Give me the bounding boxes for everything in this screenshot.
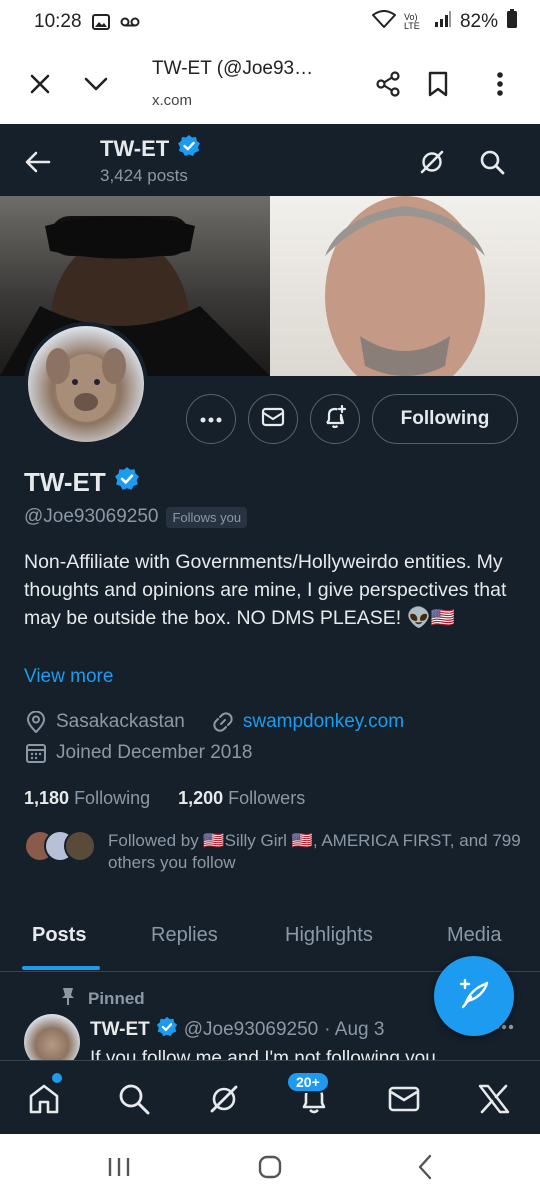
- tab-media[interactable]: Media: [447, 924, 501, 947]
- more-icon: [200, 410, 222, 428]
- view-more-link[interactable]: View more: [24, 666, 113, 688]
- close-icon[interactable]: [18, 62, 62, 106]
- browser-title: TW-ET (@Joe93…: [152, 58, 314, 79]
- handle-row: @Joe93069250 Follows you: [24, 506, 248, 528]
- tweet-author-name[interactable]: TW-ET: [90, 1019, 150, 1041]
- grok-icon[interactable]: [204, 1079, 244, 1119]
- verified-icon: [177, 134, 201, 164]
- following-button[interactable]: Following: [372, 394, 518, 444]
- pin-icon: [60, 986, 76, 1011]
- browser-toolbar: TW-ET (@Joe93… x.com: [0, 44, 540, 124]
- home-unread-dot: [52, 1073, 62, 1083]
- compose-icon: [457, 977, 491, 1016]
- following-count-link[interactable]: 1,180 Following: [24, 788, 150, 809]
- back-icon[interactable]: [410, 1152, 440, 1182]
- header-name: TW-ET: [100, 136, 170, 161]
- tweet-header: TW-ET @Joe93069250 · Aug 3: [90, 1016, 384, 1044]
- network-label: Vo) LTE: [403, 12, 420, 31]
- home-button-icon[interactable]: [254, 1152, 286, 1182]
- more-vert-icon[interactable]: [478, 62, 522, 106]
- system-navigation: [0, 1134, 540, 1200]
- battery-percent: 82%: [459, 11, 498, 32]
- tweet-text[interactable]: If you follow me and I'm not following y…: [90, 1046, 436, 1060]
- notify-button[interactable]: [310, 394, 360, 444]
- search-icon[interactable]: [474, 144, 510, 180]
- pinned-label-row: Pinned: [60, 986, 145, 1011]
- gallery-icon: [91, 13, 110, 31]
- tab-posts[interactable]: Posts: [32, 924, 86, 947]
- profile-handle: @Joe93069250: [24, 506, 159, 527]
- more-button[interactable]: [186, 394, 236, 444]
- tweet-author-handle: @Joe93069250: [183, 1019, 319, 1040]
- profile-meta-row: Sasakackastan swampdonkey.com: [24, 710, 404, 734]
- tab-replies[interactable]: Replies: [151, 924, 218, 947]
- avatar: [64, 830, 96, 862]
- profile-joined: Joined December 2018: [56, 742, 253, 763]
- following-label: Following: [74, 788, 151, 808]
- verified-icon: [156, 1016, 178, 1044]
- home-icon[interactable]: [24, 1079, 64, 1119]
- calendar-icon: [24, 741, 48, 765]
- profile-location: Sasakackastan: [56, 711, 185, 732]
- followed-by-text[interactable]: Followed by 🇺🇸Silly Girl 🇺🇸, AMERICA FIR…: [108, 830, 528, 874]
- wifi-icon: [371, 10, 397, 34]
- status-time: 10:28: [34, 11, 82, 32]
- profile-name: TW-ET: [24, 467, 106, 497]
- voicemail-icon: [120, 16, 140, 28]
- profile-avatar[interactable]: [24, 322, 148, 446]
- joined-row: Joined December 2018: [24, 741, 252, 765]
- profile-website[interactable]: swampdonkey.com: [243, 711, 404, 733]
- profile-header: TW-ET 3,424 posts: [0, 124, 540, 196]
- active-tab-indicator: [22, 966, 100, 970]
- header-name-row: TW-ET: [100, 134, 201, 164]
- pinned-label: Pinned: [88, 988, 145, 1008]
- tweet-date[interactable]: · Aug 3: [324, 1019, 384, 1041]
- back-arrow-icon[interactable]: [20, 144, 56, 180]
- mail-icon[interactable]: [384, 1079, 424, 1119]
- bookmark-icon[interactable]: [416, 62, 460, 106]
- followed-by-avatars[interactable]: [24, 830, 96, 862]
- battery-icon: [506, 9, 518, 35]
- followers-count: 1,200: [178, 788, 224, 808]
- follows-you-badge: Follows you: [166, 506, 248, 528]
- share-icon[interactable]: [366, 62, 410, 106]
- bottom-navigation: 20+: [0, 1060, 540, 1134]
- chevron-down-icon[interactable]: [74, 62, 118, 106]
- mail-icon: [261, 407, 285, 432]
- location-icon: [24, 710, 48, 734]
- status-bar: 10:28 Vo) LTE 82%: [0, 0, 540, 44]
- link-icon: [211, 710, 235, 734]
- following-count: 1,180: [24, 788, 70, 808]
- banner-photo-right: [270, 196, 540, 376]
- bell-plus-icon: [322, 404, 348, 435]
- compose-button[interactable]: [434, 956, 514, 1036]
- profile-name-row: TW-ET: [24, 466, 140, 499]
- profile-bio: Non-Affiliate with Governments/Hollyweir…: [24, 551, 507, 629]
- message-button[interactable]: [248, 394, 298, 444]
- grok-icon[interactable]: [414, 144, 450, 180]
- signal-icon: [434, 10, 452, 34]
- tab-highlights[interactable]: Highlights: [285, 924, 373, 947]
- followers-label: Followers: [228, 788, 306, 808]
- followers-count-link[interactable]: 1,200 Followers: [178, 788, 305, 809]
- posts-count: 3,424 posts: [100, 166, 188, 185]
- search-icon[interactable]: [114, 1079, 154, 1119]
- recents-icon[interactable]: [104, 1152, 134, 1182]
- browser-domain[interactable]: x.com: [152, 92, 192, 109]
- verified-icon[interactable]: [114, 466, 140, 499]
- notifications-badge: 20+: [286, 1071, 330, 1093]
- x-logo-icon[interactable]: [474, 1079, 514, 1119]
- follow-counts: 1,180 Following 1,200 Followers: [24, 788, 305, 809]
